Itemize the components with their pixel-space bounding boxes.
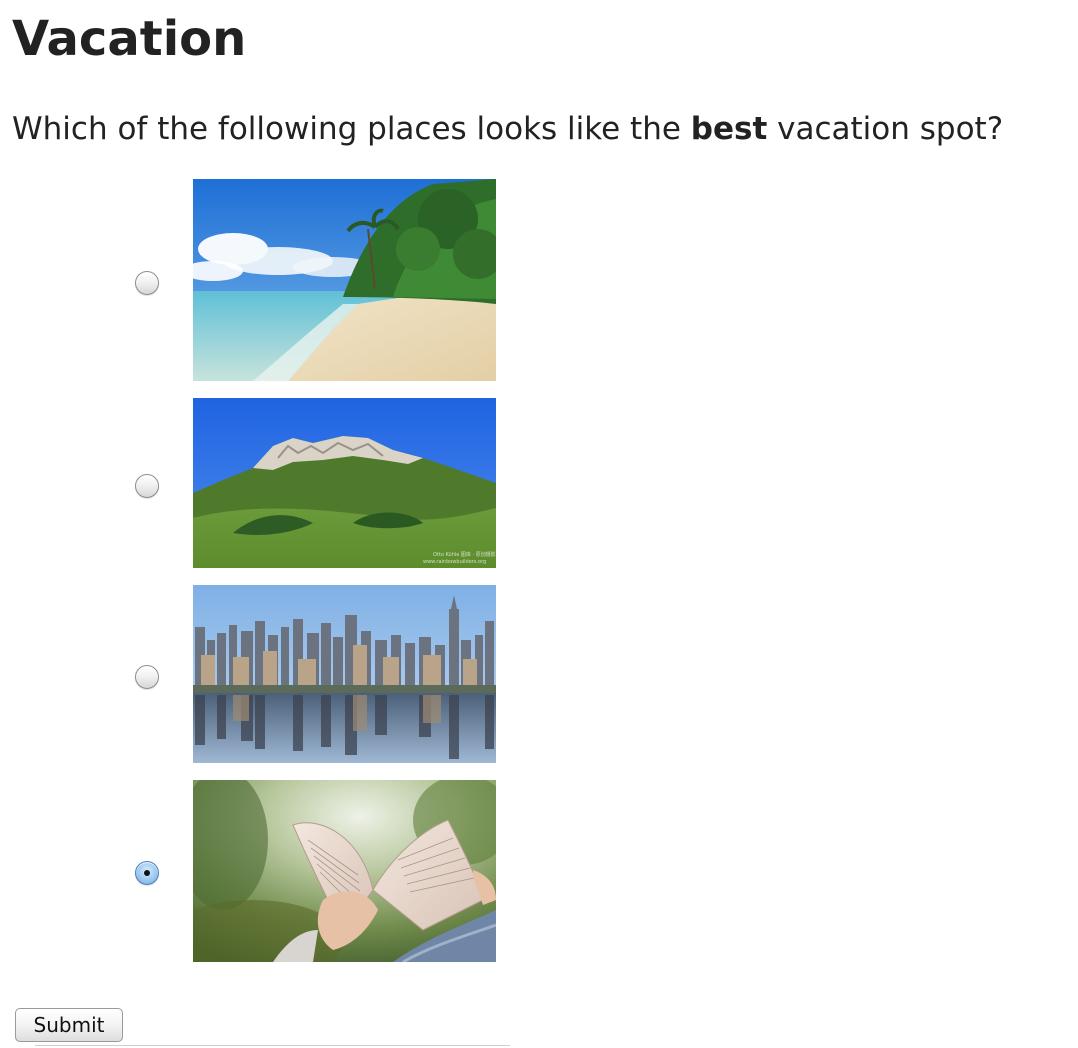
- radio-city[interactable]: [135, 665, 159, 689]
- survey-page: Vacation Which of the following places l…: [0, 0, 1078, 1048]
- radio-reading[interactable]: [135, 861, 159, 885]
- reading-book-photo[interactable]: [193, 780, 496, 962]
- radio-dot: [144, 870, 150, 876]
- watermark-line1: Otto Kühle 图库 · 原创摄影: [433, 551, 496, 558]
- question-prefix: Which of the following places looks like…: [12, 111, 691, 147]
- option-beach[interactable]: [0, 179, 520, 381]
- radio-mountain[interactable]: [135, 474, 159, 498]
- option-reading[interactable]: [0, 780, 520, 962]
- beach-photo[interactable]: [193, 179, 496, 381]
- page-title: Vacation: [12, 11, 247, 67]
- question-suffix: vacation spot?: [767, 111, 1004, 147]
- mountain-photo[interactable]: Otto Kühle 图库 · 原创摄影 www.rainbowbuilders…: [193, 398, 496, 568]
- radio-beach[interactable]: [135, 271, 159, 295]
- question-emphasis: best: [690, 111, 768, 147]
- option-city[interactable]: [0, 585, 520, 763]
- city-skyline-photo[interactable]: [193, 585, 496, 763]
- question-text: Which of the following places looks like…: [12, 108, 1003, 150]
- submit-button[interactable]: Submit: [15, 1008, 123, 1042]
- watermark-line2: www.rainbowbuilders.org: [423, 559, 486, 565]
- divider: [35, 1045, 510, 1046]
- option-mountain[interactable]: Otto Kühle 图库 · 原创摄影 www.rainbowbuilders…: [0, 398, 520, 568]
